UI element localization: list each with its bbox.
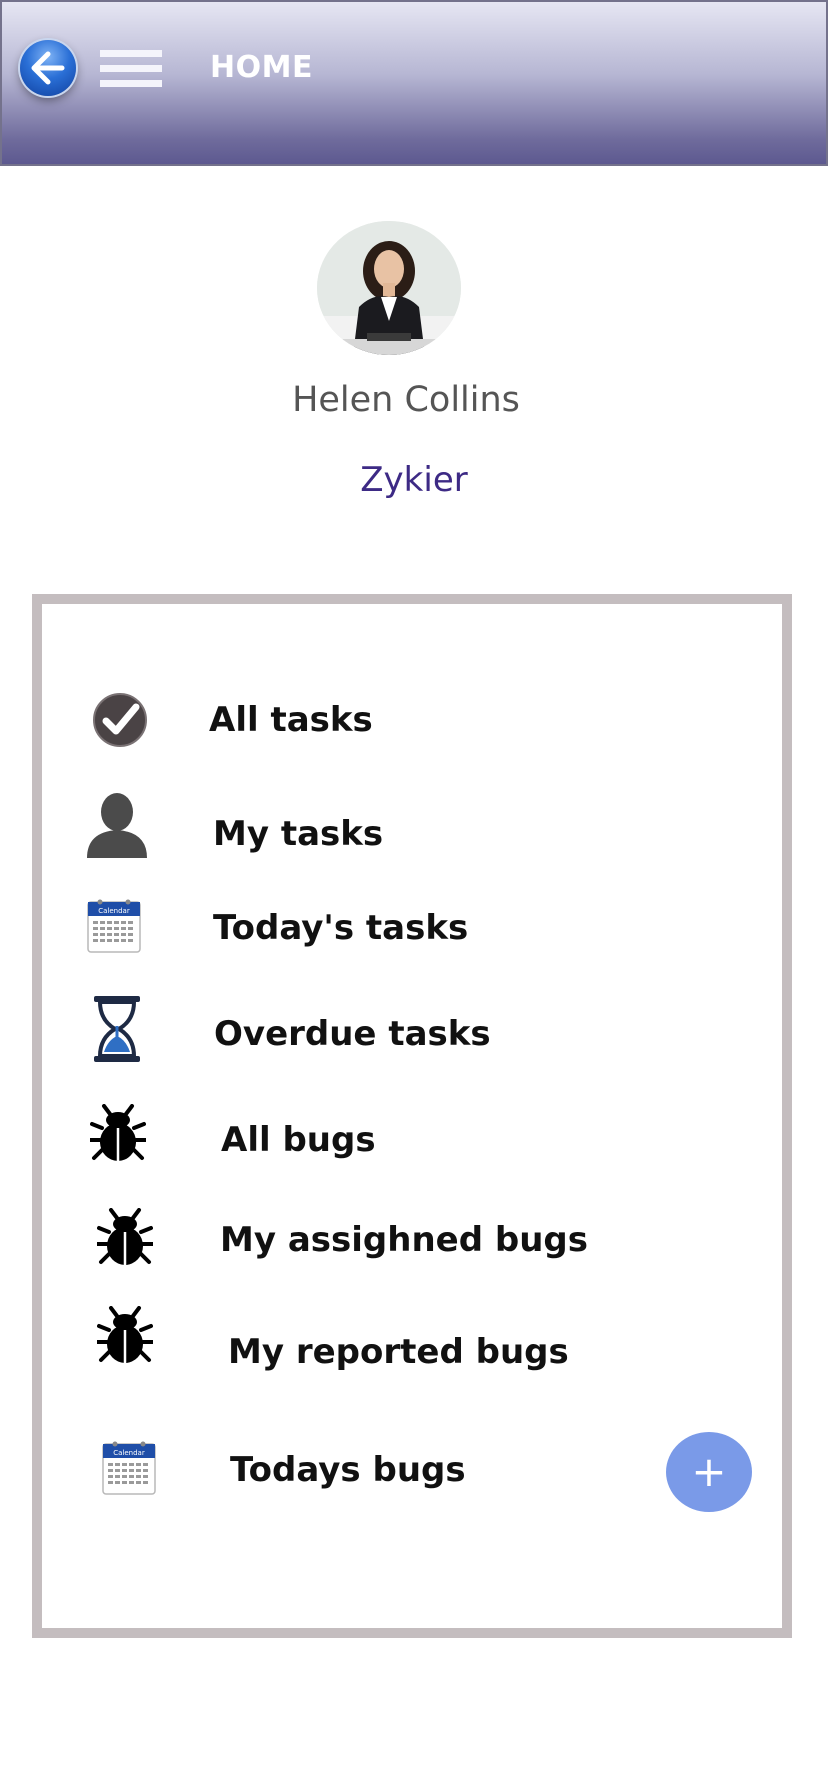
person-icon [87,793,147,858]
page-title: HOME [210,50,313,85]
user-name: Helen Collins [292,380,520,420]
menu-item-all-bugs[interactable]: All bugs [42,1104,782,1184]
app-header: HOME [0,0,828,166]
user-organization: Zykier [360,460,468,500]
back-arrow-icon [31,51,65,85]
menu-item-label: All bugs [221,1120,376,1160]
bug-icon [97,1208,153,1265]
calendar-icon: Calendar [87,899,141,953]
hourglass-icon [94,996,140,1062]
menu-item-my-assigned-bugs[interactable]: My assighned bugs [42,1208,782,1288]
menu-item-my-tasks[interactable]: My tasks [42,792,782,872]
profile-photo [317,221,461,355]
menu-item-overdue-tasks[interactable]: Overdue tasks [42,996,782,1076]
add-button[interactable]: + [666,1432,752,1512]
calendar-word: Calendar [113,1449,145,1457]
calendar-word: Calendar [98,907,130,915]
menu-item-label: My tasks [213,814,384,854]
bug-icon [97,1306,153,1363]
menu-item-label: My assighned bugs [220,1220,589,1260]
avatar [317,221,461,355]
menu-item-label: Overdue tasks [214,1014,491,1054]
hamburger-menu-icon[interactable] [100,50,162,88]
menu-item-label: All tasks [209,700,373,740]
menu-item-my-reported-bugs[interactable]: My reported bugs [42,1306,782,1386]
menu-item-all-tasks[interactable]: All tasks [42,692,782,772]
menu-item-label: Today's tasks [213,908,469,948]
back-button[interactable] [20,40,76,96]
calendar-icon: Calendar [102,1441,156,1495]
menu-item-label: My reported bugs [228,1332,569,1372]
menu-item-label: Todays bugs [230,1450,466,1490]
checkmark-icon [93,693,147,747]
bug-icon [90,1104,146,1161]
menu-item-todays-tasks[interactable]: Calendar Today's tasks [42,896,782,976]
